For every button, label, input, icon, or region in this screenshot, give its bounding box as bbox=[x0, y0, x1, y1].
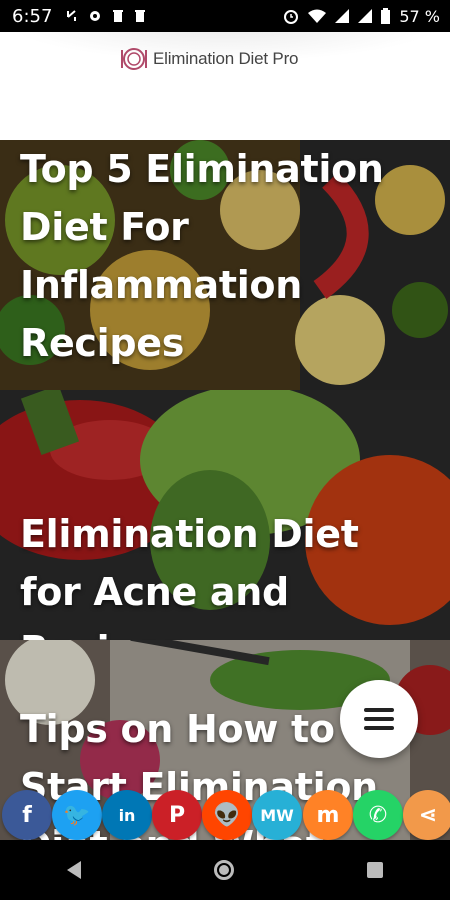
settings-gear-icon bbox=[90, 11, 101, 21]
signal-icon bbox=[335, 9, 350, 23]
notification-icons bbox=[66, 9, 146, 23]
missed-call-icon bbox=[67, 10, 77, 21]
app-title: Elimination Diet Pro bbox=[153, 49, 299, 68]
whatsapp-share-button[interactable]: ✆ bbox=[353, 790, 403, 840]
navigation-bar bbox=[0, 840, 450, 900]
article-card[interactable]: Top 5 Elimination Diet For Inflammation … bbox=[0, 140, 450, 390]
battery-icon bbox=[381, 8, 391, 24]
system-status-icons: 57 % bbox=[283, 7, 440, 26]
app-logo[interactable]: Elimination Diet Pro bbox=[119, 44, 298, 74]
back-icon[interactable] bbox=[66, 861, 81, 879]
twitter-share-button[interactable]: 🐦 bbox=[52, 790, 102, 840]
app-header: Elimination Diet Pro bbox=[0, 32, 450, 140]
mix-share-button[interactable]: m bbox=[303, 790, 353, 840]
status-bar: 6:57 57 % bbox=[0, 0, 450, 32]
trash-icon bbox=[135, 10, 146, 22]
home-icon[interactable] bbox=[213, 860, 234, 880]
hamburger-menu-icon bbox=[364, 708, 394, 730]
facebook-share-button[interactable]: f bbox=[2, 790, 52, 840]
linkedin-icon: in bbox=[118, 805, 136, 825]
pinterest-icon: P bbox=[168, 802, 186, 828]
signal-icon bbox=[358, 9, 373, 23]
mewe-share-button[interactable]: MW bbox=[252, 790, 302, 840]
alarm-icon bbox=[284, 10, 299, 24]
facebook-icon: f bbox=[22, 802, 32, 828]
article-card[interactable]: Elimination Diet for Acne and Recipes bbox=[0, 390, 450, 640]
whatsapp-icon: ✆ bbox=[368, 802, 388, 828]
recents-icon[interactable] bbox=[367, 862, 384, 878]
status-time: 6:57 bbox=[12, 5, 53, 27]
article-title[interactable]: Top 5 Elimination Diet For Inflammation … bbox=[20, 140, 432, 372]
share-share-button[interactable]: ⋖ bbox=[403, 790, 450, 840]
plate-fork-knife-icon bbox=[121, 48, 147, 70]
share-bar: f 🐦 in P 👽 MW m ✆ ⋖ bbox=[0, 790, 450, 840]
menu-button[interactable] bbox=[340, 680, 418, 758]
reddit-icon: 👽 bbox=[213, 802, 241, 828]
article-title[interactable]: Elimination Diet for Acne and Recipes bbox=[20, 505, 432, 640]
mix-icon: m bbox=[316, 802, 340, 828]
pinterest-share-button[interactable]: P bbox=[152, 790, 202, 840]
trash-icon bbox=[113, 10, 124, 22]
wifi-icon bbox=[308, 9, 327, 23]
battery-percent: 57 % bbox=[399, 6, 440, 26]
linkedin-share-button[interactable]: in bbox=[102, 790, 152, 840]
reddit-share-button[interactable]: 👽 bbox=[202, 790, 252, 840]
twitter-icon: 🐦 bbox=[63, 802, 91, 828]
mewe-icon: MW bbox=[260, 805, 294, 825]
share-icon: ⋖ bbox=[418, 802, 438, 828]
